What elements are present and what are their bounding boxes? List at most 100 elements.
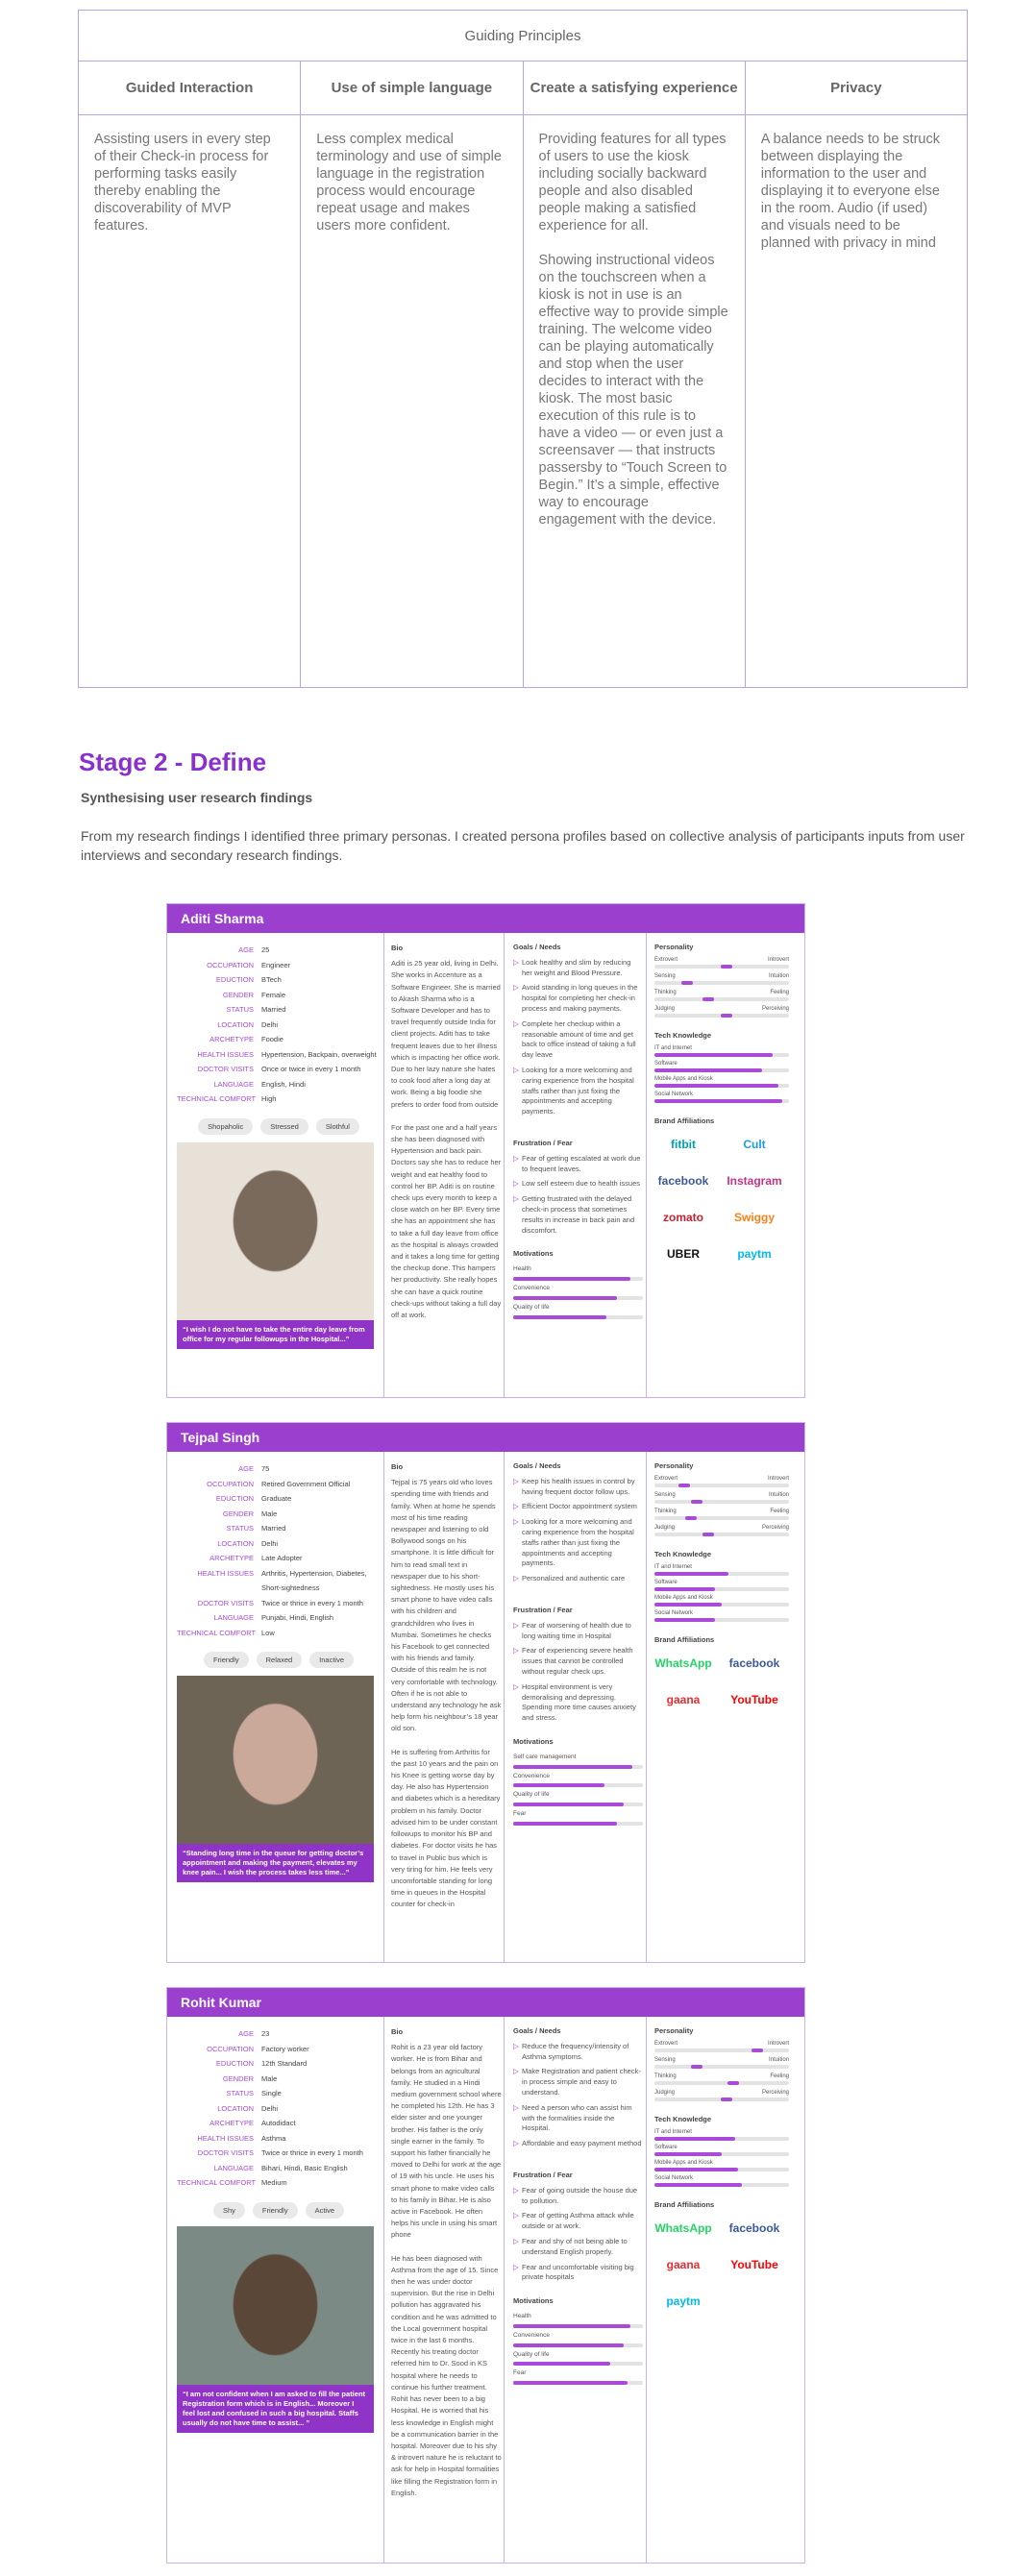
brand-logo: YouTube bbox=[730, 2258, 778, 2271]
persona-details: AGE 25 OCCUPATION Engineer EDUCTION BTech GEND… bbox=[177, 943, 381, 1349]
tech-bar bbox=[654, 2137, 789, 2141]
tech-bar bbox=[654, 1068, 789, 1072]
goal-text: Looking for a more welcoming and caring … bbox=[522, 1517, 634, 1568]
motivation-fill bbox=[513, 1295, 617, 1300]
trait-tag: Slothful bbox=[315, 1117, 359, 1135]
cell-paragraph: Providing features for all types of user… bbox=[538, 132, 727, 233]
fear-text: Fear of getting Asthma attack while outs… bbox=[522, 2211, 634, 2231]
goal-text: Reduce the frequency/intensity of Asthma… bbox=[522, 2041, 629, 2061]
slider-knob bbox=[751, 2049, 763, 2052]
detail-value: 25 bbox=[261, 945, 270, 954]
slider-knob bbox=[721, 965, 733, 969]
slider-knob bbox=[727, 2081, 739, 2085]
axis-left: Thinking bbox=[654, 990, 677, 995]
goal-text: Make Registration and patient check-in p… bbox=[522, 2067, 641, 2097]
detail-value: Delhi bbox=[261, 2103, 279, 2113]
trait-tag: Friendly bbox=[252, 2201, 298, 2219]
personality-row: Extrovert Introvert bbox=[654, 957, 789, 969]
personality-slider bbox=[654, 1014, 789, 1018]
detail-key: TECHNICAL COMFORT bbox=[177, 1628, 257, 1637]
detail-row: HEALTH ISSUES Hypertension, Backpain, ove… bbox=[177, 1047, 381, 1063]
personality-row: Thinking Feeling bbox=[654, 1509, 789, 1520]
tech-bar bbox=[654, 1587, 789, 1591]
tech-label: Software bbox=[654, 1580, 678, 1585]
personality-labels: Sensing Intuition bbox=[654, 2057, 789, 2063]
motivation-label: Quality of life bbox=[513, 1303, 550, 1311]
persona-name: Tejpal Singh bbox=[167, 1423, 804, 1452]
detail-row: ARCHETYPE Late Adopter bbox=[177, 1551, 381, 1566]
bullet-icon: ▷ bbox=[513, 2102, 519, 2112]
motivation-label: Health bbox=[513, 1265, 531, 1273]
slider-knob bbox=[702, 1533, 715, 1536]
motivation-bar bbox=[513, 1821, 643, 1826]
personality-slider bbox=[654, 1500, 789, 1504]
tech-bar bbox=[654, 1603, 789, 1607]
goals-section: Goals / Needs ▷ Reduce the frequency/inten… bbox=[513, 2026, 643, 2386]
trait-tag: Inactive bbox=[309, 1652, 355, 1668]
bullet-icon: ▷ bbox=[513, 1646, 519, 1656]
traits-section: Personality Extrovert Introvert Sensing Intu… bbox=[654, 1461, 789, 1713]
fear-text: Getting frustrated with the delayed chec… bbox=[522, 1194, 635, 1235]
detail-value: Medium bbox=[261, 2178, 287, 2187]
divider bbox=[383, 933, 384, 1397]
detail-row: TECHNICAL COMFORT High bbox=[177, 1092, 381, 1107]
motivation-bar bbox=[513, 1314, 643, 1319]
motivation-fill bbox=[513, 1276, 630, 1281]
persona-quote: “I wish I do not have to take the entire… bbox=[177, 1319, 374, 1349]
divider bbox=[383, 1452, 384, 1962]
detail-value: Foodie bbox=[261, 1035, 283, 1043]
detail-key: EDUCTION bbox=[215, 2059, 254, 2068]
detail-key: DOCTOR VISITS bbox=[197, 2148, 254, 2157]
motivation-bar bbox=[513, 1295, 643, 1300]
table-title: Guiding Principles bbox=[79, 11, 967, 61]
detail-row: LOCATION Delhi bbox=[177, 1018, 381, 1033]
axis-right: Intuition bbox=[768, 973, 789, 979]
brand-logo: fitbit bbox=[671, 1138, 696, 1151]
motivation-label: Self care management bbox=[513, 1753, 577, 1760]
tech-fill bbox=[654, 1603, 722, 1607]
detail-value: 23 bbox=[261, 2029, 270, 2038]
detail-key: ARCHETYPE bbox=[209, 1035, 254, 1043]
detail-value: Male bbox=[261, 1509, 278, 1518]
fear-item: ▷ Low self esteem due to health issues bbox=[513, 1179, 643, 1190]
brand-logo: WhatsApp bbox=[654, 2221, 712, 2235]
motivation-label: Quality of life bbox=[513, 1791, 550, 1799]
detail-key: OCCUPATION bbox=[207, 1479, 254, 1488]
detail-row: AGE 23 bbox=[177, 2026, 381, 2042]
detail-value: Late Adopter bbox=[261, 1554, 303, 1562]
bio-paragraph: Tejpal is 75 years old who loves spendin… bbox=[391, 1478, 502, 1733]
detail-value: Punjabi, Hindi, English bbox=[261, 1613, 334, 1622]
detail-row: ARCHETYPE Autodidact bbox=[177, 2116, 381, 2131]
bullet-icon: ▷ bbox=[513, 1517, 519, 1527]
brand-logo: facebook bbox=[728, 1656, 780, 1670]
fear-item: ▷ Fear of getting escalated at work due t… bbox=[513, 1154, 643, 1175]
detail-key: LOCATION bbox=[217, 1538, 254, 1548]
trait-tag: Friendly bbox=[203, 1652, 249, 1668]
trait-tag: Shy bbox=[212, 2201, 245, 2219]
brands-heading: Brand Affiliations bbox=[654, 1635, 715, 1644]
column-header: Guided Interaction bbox=[79, 61, 302, 114]
detail-row: LANGUAGE Bihari, Hindi, Basic English bbox=[177, 2161, 381, 2176]
divider bbox=[504, 2017, 505, 2563]
fear-text: Low self esteem due to health issues bbox=[522, 1179, 640, 1189]
brand-logo: gaana bbox=[666, 1693, 701, 1706]
motivation-label: Convenience bbox=[513, 1284, 550, 1291]
motivation-fill bbox=[513, 2381, 628, 2386]
axis-left: Extrovert bbox=[654, 957, 678, 963]
detail-key: DOCTOR VISITS bbox=[197, 1598, 254, 1607]
tech-fill bbox=[654, 2137, 735, 2141]
axis-left: Judging bbox=[654, 1525, 676, 1531]
detail-key: GENDER bbox=[222, 1509, 254, 1518]
detail-row: EDUCTION 12th Standard bbox=[177, 2056, 381, 2072]
divider bbox=[383, 2017, 384, 2563]
detail-row: LOCATION Delhi bbox=[177, 1536, 381, 1552]
personality-labels: Thinking Feeling bbox=[654, 1509, 789, 1514]
personality-labels: Thinking Feeling bbox=[654, 2073, 789, 2079]
tech-bar bbox=[654, 2152, 789, 2156]
slider-knob bbox=[690, 1500, 702, 1504]
goals-heading: Goals / Needs bbox=[513, 943, 561, 951]
detail-key: OCCUPATION bbox=[207, 2044, 254, 2053]
fear-item: ▷ Fear of getting Asthma attack while out… bbox=[513, 2211, 643, 2232]
fear-item: ▷ Fear and shy of not being able to under… bbox=[513, 2237, 643, 2258]
page: { "principles":{"title":"Guiding Princip… bbox=[0, 0, 1035, 2576]
